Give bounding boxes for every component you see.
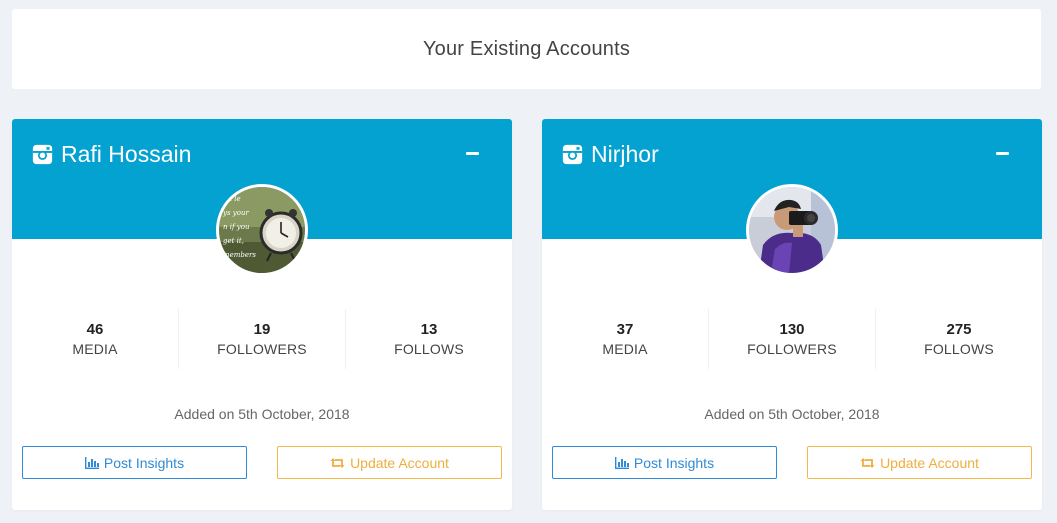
account-name: Rafi Hossain xyxy=(61,141,192,167)
update-account-label: Update Account xyxy=(350,454,449,471)
svg-text:ys your: ys your xyxy=(222,209,249,217)
stat-label: FOLLOWS xyxy=(924,341,994,357)
post-insights-label: Post Insights xyxy=(633,454,715,471)
instagram-icon xyxy=(562,144,583,165)
post-insights-button[interactable]: Post Insights xyxy=(552,446,777,479)
instagram-icon xyxy=(32,144,53,165)
stat-label: FOLLOWERS xyxy=(747,341,837,357)
bar-chart-icon xyxy=(84,456,99,469)
page-title: Your Existing Accounts xyxy=(422,37,631,60)
stat-followers: 130 FOLLOWERS xyxy=(709,309,876,369)
added-date: Added on 5th October, 2018 xyxy=(174,406,350,422)
account-card: Rafi Hossain at le ys your n if you get … xyxy=(12,119,512,510)
account-card: Nirjhor 37 MEDIA 130 FOLLOWERS 275 FOLLO… xyxy=(542,119,1042,510)
svg-text:n if you: n if you xyxy=(223,223,250,231)
update-account-button[interactable]: Update Account xyxy=(807,446,1032,479)
page-header: Your Existing Accounts xyxy=(12,9,1041,89)
account-name-row: Rafi Hossain xyxy=(32,141,191,168)
avatar xyxy=(746,184,838,276)
stat-value: 37 xyxy=(616,321,634,338)
stat-follows: 275 FOLLOWS xyxy=(876,309,1042,369)
stat-value: 19 xyxy=(253,321,271,338)
minus-icon xyxy=(466,152,479,155)
stat-label: MEDIA xyxy=(72,341,118,357)
alarm-clock-photo: at le ys your n if you get it, members xyxy=(219,187,305,273)
photographer-photo xyxy=(749,187,835,273)
avatar: at le ys your n if you get it, members xyxy=(216,184,308,276)
svg-text:get it,: get it, xyxy=(223,237,244,245)
stat-value: 275 xyxy=(946,321,972,338)
update-account-label: Update Account xyxy=(880,454,979,471)
stat-follows: 13 FOLLOWS xyxy=(346,309,512,369)
account-name-row: Nirjhor xyxy=(562,141,659,168)
minus-icon xyxy=(996,152,1009,155)
stat-label: FOLLOWERS xyxy=(217,341,307,357)
account-stats: 46 MEDIA 19 FOLLOWERS 13 FOLLOWS xyxy=(12,309,512,369)
stat-value: 130 xyxy=(779,321,805,338)
post-insights-label: Post Insights xyxy=(103,454,185,471)
stat-label: FOLLOWS xyxy=(394,341,464,357)
account-stats: 37 MEDIA 130 FOLLOWERS 275 FOLLOWS xyxy=(542,309,1042,369)
stat-media: 37 MEDIA xyxy=(542,309,709,369)
stat-followers: 19 FOLLOWERS xyxy=(179,309,346,369)
update-account-button[interactable]: Update Account xyxy=(277,446,502,479)
retweet-icon xyxy=(860,457,875,468)
account-name: Nirjhor xyxy=(591,141,659,167)
post-insights-button[interactable]: Post Insights xyxy=(22,446,247,479)
stat-media: 46 MEDIA xyxy=(12,309,179,369)
stat-value: 46 xyxy=(86,321,104,338)
stat-value: 13 xyxy=(420,321,438,338)
added-date: Added on 5th October, 2018 xyxy=(704,406,880,422)
stat-label: MEDIA xyxy=(602,341,648,357)
bar-chart-icon xyxy=(614,456,629,469)
svg-text:members: members xyxy=(223,251,256,259)
retweet-icon xyxy=(330,457,345,468)
